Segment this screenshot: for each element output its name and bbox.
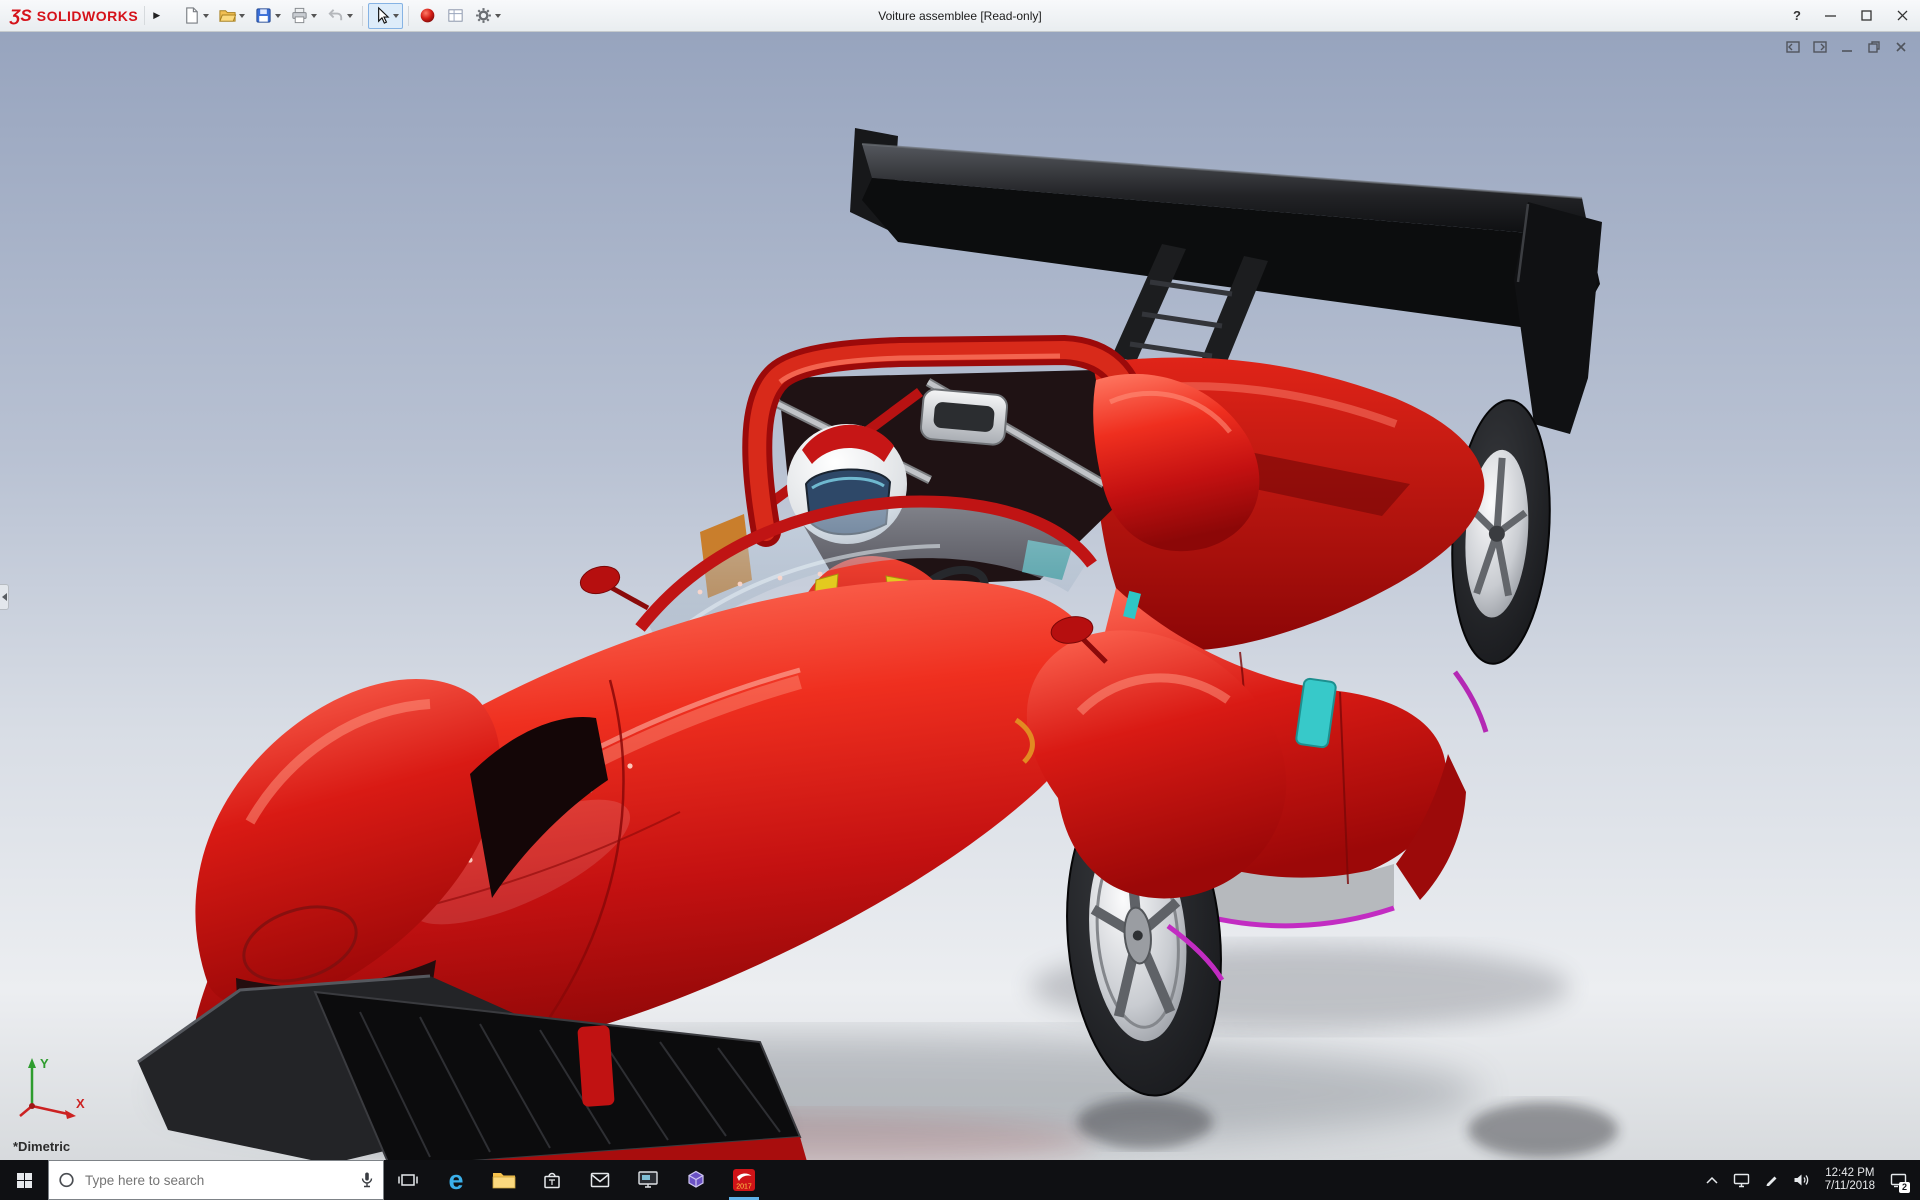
options-button[interactable] — [470, 3, 505, 29]
new-document-icon — [186, 7, 198, 24]
windows-taskbar: e — [0, 1160, 1920, 1200]
edge-icon: e — [448, 1164, 464, 1195]
ds-logo: ƷS — [10, 5, 32, 25]
titlebar: ƷS SOLIDWORKS ▶ Voiture assemblee [Read-… — [0, 0, 1920, 32]
pen-icon — [1766, 1176, 1777, 1186]
document-window-controls — [1784, 38, 1910, 56]
doc-restore-button[interactable] — [1865, 38, 1883, 56]
clock-date: 7/11/2018 — [1824, 1180, 1875, 1192]
appearances-button[interactable] — [414, 3, 441, 29]
toolbar-separator — [408, 5, 410, 26]
monitor-icon — [638, 1171, 658, 1188]
save-button[interactable] — [250, 3, 285, 29]
app-icon-file-explorer[interactable] — [480, 1160, 528, 1200]
close-icon — [1897, 10, 1907, 21]
app-icon-store[interactable] — [528, 1160, 576, 1200]
help-button[interactable]: ? — [1782, 0, 1812, 31]
action-center-button[interactable]: 2 — [1886, 1165, 1910, 1195]
tray-chevron-button[interactable] — [1700, 1165, 1724, 1195]
pane-right-button[interactable] — [1811, 38, 1829, 56]
windows-logo-icon — [16, 1172, 32, 1188]
solidworks-app-icon: 2017 — [733, 1169, 755, 1191]
minimize-icon — [1824, 15, 1836, 17]
tray-network-button[interactable] — [1730, 1165, 1754, 1195]
task-view-button[interactable] — [384, 1160, 432, 1200]
doc-minimize-button[interactable] — [1838, 38, 1856, 56]
doc-close-button[interactable] — [1892, 38, 1910, 56]
app-icon-edge[interactable]: e — [432, 1160, 480, 1200]
drawing-sheet-icon — [448, 9, 463, 22]
new-document-button[interactable] — [178, 3, 213, 29]
save-icon — [256, 8, 271, 23]
speaker-icon — [1794, 1174, 1809, 1186]
window-controls: ? — [1782, 0, 1920, 31]
graphics-area[interactable]: Y X *Dimetric — [0, 32, 1920, 1160]
dropdown-caret[interactable] — [495, 13, 502, 18]
standard-toolbar — [178, 2, 505, 29]
microphone-icon[interactable] — [359, 1171, 375, 1189]
dropdown-caret[interactable] — [275, 13, 282, 18]
solidworks-brand: ƷS SOLIDWORKS — [10, 6, 138, 26]
app-icon-mail[interactable] — [576, 1160, 624, 1200]
tray-volume-button[interactable] — [1790, 1165, 1814, 1195]
print-button[interactable] — [286, 3, 321, 29]
triad-x-label: X — [76, 1096, 85, 1111]
task-view-icon — [398, 1174, 418, 1186]
dropdown-caret[interactable] — [311, 13, 318, 18]
tray-pen-button[interactable] — [1760, 1165, 1784, 1195]
maximize-button[interactable] — [1848, 0, 1884, 31]
store-bag-icon — [544, 1172, 560, 1189]
app-icon-3d-viewer[interactable] — [672, 1160, 720, 1200]
pane-left-button[interactable] — [1784, 38, 1802, 56]
notification-badge: 2 — [1899, 1182, 1910, 1193]
network-icon — [1733, 1173, 1750, 1187]
app-icon-monitor[interactable] — [624, 1160, 672, 1200]
triad-y-label: Y — [40, 1056, 49, 1071]
search-input[interactable] — [48, 1160, 384, 1200]
app-icon-solidworks[interactable]: 2017 — [720, 1160, 768, 1200]
feature-panel-expand-tab[interactable] — [0, 584, 9, 610]
open-icon — [219, 10, 237, 22]
start-button[interactable] — [0, 1160, 48, 1200]
dropdown-caret[interactable] — [239, 13, 246, 18]
drawing-sheet-button[interactable] — [442, 3, 469, 29]
mail-icon — [590, 1172, 610, 1188]
cube-icon — [688, 1170, 704, 1188]
clock[interactable]: 12:42 PM 7/11/2018 — [1820, 1167, 1880, 1193]
menu-expand-arrow[interactable]: ▶ — [144, 6, 168, 25]
clock-time: 12:42 PM — [1825, 1167, 1875, 1179]
appearance-sphere-icon — [420, 8, 435, 23]
dropdown-caret[interactable] — [347, 13, 354, 18]
minimize-button[interactable] — [1812, 0, 1848, 31]
dropdown-caret[interactable] — [203, 13, 210, 18]
open-button[interactable] — [214, 3, 249, 29]
chevron-left-icon — [1, 593, 7, 601]
select-tool-button[interactable] — [368, 2, 404, 29]
view-orientation-label: *Dimetric — [13, 1139, 71, 1154]
system-tray: 12:42 PM 7/11/2018 2 — [1700, 1160, 1920, 1200]
toolbar-separator — [362, 5, 364, 26]
dropdown-caret[interactable] — [393, 13, 400, 18]
document-title: Voiture assemblee [Read-only] — [878, 8, 1042, 23]
undo-button[interactable] — [322, 3, 357, 29]
maximize-icon — [1860, 10, 1872, 21]
gear-icon — [476, 8, 492, 23]
solidworks-window: ƷS SOLIDWORKS ▶ Voiture assemblee [Read-… — [0, 0, 1920, 1200]
brand-name: SOLIDWORKS — [36, 7, 139, 24]
print-icon — [292, 7, 307, 24]
model-scene[interactable] — [0, 32, 1920, 1160]
select-arrow-icon — [378, 6, 390, 24]
chevron-up-icon — [1706, 1176, 1718, 1184]
cortana-icon — [59, 1172, 74, 1188]
reference-triad[interactable]: Y X — [12, 1050, 92, 1134]
undo-icon — [328, 9, 343, 21]
close-button[interactable] — [1884, 0, 1920, 31]
taskbar-search — [48, 1160, 384, 1200]
folder-icon — [492, 1173, 516, 1189]
svg-text:2017: 2017 — [736, 1184, 752, 1191]
